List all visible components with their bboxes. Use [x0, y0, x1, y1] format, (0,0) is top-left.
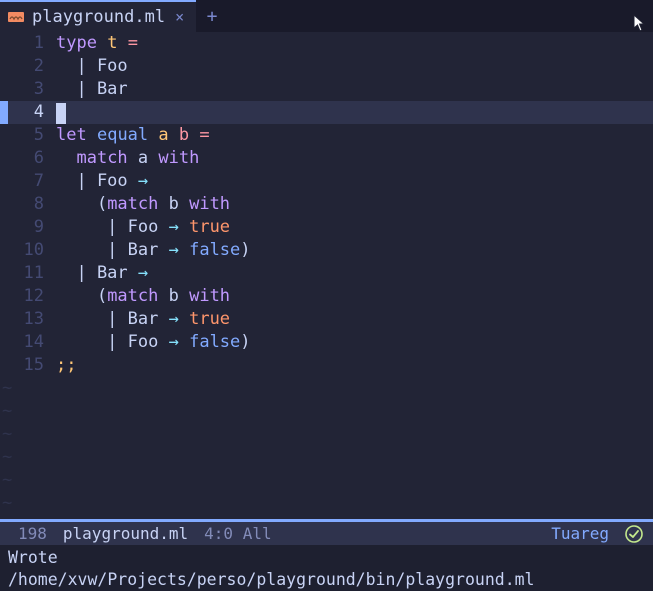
line-number: 8 [8, 193, 56, 216]
code-line: 10 | Bar → false) [0, 239, 653, 262]
code-line: 11 | Bar → [0, 262, 653, 285]
minibuffer-line: /home/xvw/Projects/perso/playground/bin/… [8, 569, 649, 591]
minibuffer: Wrote /home/xvw/Projects/perso/playgroun… [0, 545, 653, 591]
empty-buffer-tildes: ~ ~ ~ ~ ~ ~ [0, 377, 653, 519]
line-number: 3 [8, 78, 56, 101]
code-line: 2 | Foo [0, 55, 653, 78]
modeline: 198 playground.ml 4:0 All Tuareg [0, 519, 653, 545]
tab-filename: playground.ml [32, 7, 165, 27]
modeline-col: 198 [18, 524, 47, 543]
text-cursor [56, 103, 66, 124]
modeline-major-mode: Tuareg [551, 524, 609, 543]
line-number: 14 [8, 331, 56, 354]
tab-close-icon[interactable]: × [173, 8, 186, 26]
code-line: 9 | Foo → true [0, 216, 653, 239]
code-line: 3 | Bar [0, 78, 653, 101]
code-line: 13 | Bar → true [0, 308, 653, 331]
code-line: 12 (match b with [0, 285, 653, 308]
line-number: 2 [8, 55, 56, 78]
line-number: 9 [8, 216, 56, 239]
code-line: 5 let equal a b = [0, 124, 653, 147]
code-line: 14 | Foo → false) [0, 331, 653, 354]
tab-bar: playground.ml × + [0, 0, 653, 32]
new-tab-button[interactable]: + [196, 0, 228, 32]
line-number: 11 [8, 262, 56, 285]
line-number: 12 [8, 285, 56, 308]
modeline-pos: 4:0 All [204, 524, 271, 543]
code-line: 1 type t = [0, 32, 653, 55]
line-number: 13 [8, 308, 56, 331]
line-number: 5 [8, 124, 56, 147]
code-line-current: 4 [0, 101, 653, 124]
line-number: 15 [8, 354, 56, 377]
code-line: 15 ;; [0, 354, 653, 377]
modeline-filename: playground.ml [63, 524, 188, 543]
editor-area[interactable]: 1 type t = 2 | Foo 3 | Bar 4 5 let equal… [0, 32, 653, 519]
minibuffer-line: Wrote [8, 547, 649, 569]
ocaml-file-icon [8, 9, 24, 25]
code-line: 7 | Foo → [0, 170, 653, 193]
code-line: 8 (match b with [0, 193, 653, 216]
code-line: 6 match a with [0, 147, 653, 170]
line-number: 7 [8, 170, 56, 193]
check-ok-icon [625, 525, 643, 543]
line-number: 6 [8, 147, 56, 170]
line-number: 1 [8, 32, 56, 55]
line-number: 4 [8, 101, 56, 124]
line-number: 10 [8, 239, 56, 262]
tab-active[interactable]: playground.ml × [0, 0, 196, 32]
